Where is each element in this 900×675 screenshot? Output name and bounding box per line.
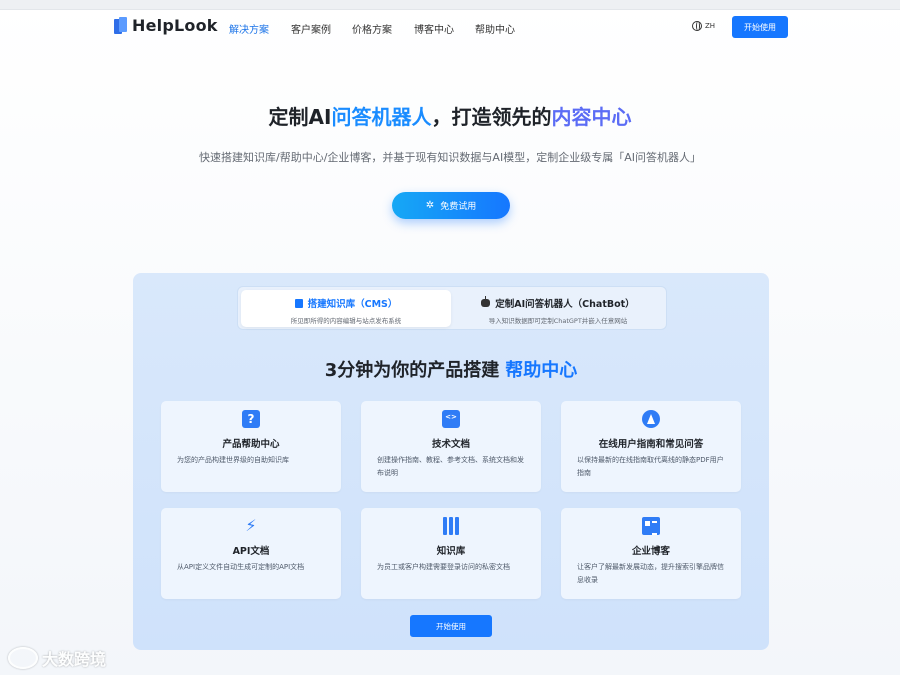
hero-title-part1: 定制AI xyxy=(268,105,332,129)
page: HelpLook 解决方案 客户案例 价格方案 博客中心 帮助中心 ZH 开始使… xyxy=(0,0,900,675)
tab-cms-title: 搭建知识库（CMS） xyxy=(307,299,398,310)
card-desc: 从API定义文件自动生成可定制的API文档 xyxy=(177,563,305,571)
nav-item-cases[interactable]: 客户案例 xyxy=(291,21,331,36)
nav-item-solutions[interactable]: 解决方案 xyxy=(229,21,269,36)
watermark: 大数跨境 xyxy=(8,646,106,670)
nav-item-pricing[interactable]: 价格方案 xyxy=(352,21,392,36)
top-nav: HelpLook 解决方案 客户案例 价格方案 博客中心 帮助中心 ZH 开始使… xyxy=(0,10,900,46)
nav-item-help[interactable]: 帮助中心 xyxy=(475,21,515,36)
card-api-docs[interactable]: ⚡ API文档 从API定义文件自动生成可定制的API文档 xyxy=(161,508,341,599)
card-user-guide[interactable]: 在线用户指南和常见问答 以保持最新的在线指南取代离线的静态PDF用户指南 xyxy=(561,401,741,492)
panel-heading: 3分钟为你的产品搭建 帮助中心 xyxy=(133,356,769,382)
nav-item-blog[interactable]: 博客中心 xyxy=(414,21,454,36)
card-desc: 为您的产品构建世界级的自助知识库 xyxy=(177,456,289,464)
language-switcher[interactable]: ZH xyxy=(692,21,715,31)
code-folder-icon xyxy=(442,410,460,428)
logo-icon xyxy=(114,16,128,35)
panel-heading-highlight: 帮助中心 xyxy=(505,360,578,381)
hero-subtitle: 快速搭建知识库/帮助中心/企业博客，并基于现有知识数据与AI模型，定制企业级专属… xyxy=(199,151,701,164)
logo-text: HelpLook xyxy=(132,16,218,35)
card-knowledge-base[interactable]: 知识库 为员工或客户构建需要登录访问的私密文档 xyxy=(361,508,541,599)
free-trial-label: 免费试用 xyxy=(440,201,477,211)
free-trial-button[interactable]: ✲ 免费试用 xyxy=(392,192,510,219)
card-corporate-blog[interactable]: 企业博客 让客户了解最新发展动态，提升搜索引擎品牌信息收录 xyxy=(561,508,741,599)
tab-cms-desc: 所见即所得的内容编辑与站点发布系统 xyxy=(290,317,402,325)
hero-title-highlight: 问答机器人 xyxy=(331,105,432,129)
plug-icon: ⚡ xyxy=(245,516,257,535)
language-label: ZH xyxy=(705,22,716,30)
hero-title: 定制AI问答机器人，打造领先的内容中心 xyxy=(0,101,900,130)
hero-title-highlight2: 内容中心 xyxy=(551,105,632,129)
card-title: API文档 xyxy=(232,546,270,557)
books-icon xyxy=(442,517,460,535)
tab-chatbot[interactable]: 定制AI问答机器人（ChatBot） 导入知识数据即可定制ChatGPT并嵌入任… xyxy=(453,290,663,327)
start-button[interactable]: 开始使用 xyxy=(732,16,788,38)
tab-chatbot-desc: 导入知识数据即可定制ChatGPT并嵌入任意网站 xyxy=(488,317,628,325)
navigation-icon xyxy=(642,410,660,428)
panel-heading-text: 3分钟为你的产品搭建 xyxy=(324,360,500,381)
hero-title-part3: ，打造领先的 xyxy=(431,105,552,129)
tab-cms[interactable]: 搭建知识库（CMS） 所见即所得的内容编辑与站点发布系统 xyxy=(241,290,451,327)
card-desc: 为员工或客户构建需要登录访问的私密文档 xyxy=(377,563,510,571)
product-tabs: 搭建知识库（CMS） 所见即所得的内容编辑与站点发布系统 定制AI问答机器人（C… xyxy=(237,286,667,330)
card-title: 在线用户指南和常见问答 xyxy=(598,439,704,450)
card-tech-docs[interactable]: 技术文档 创建操作指南、教程、参考文档、系统文档和发布说明 xyxy=(361,401,541,492)
feature-panel: 搭建知识库（CMS） 所见即所得的内容编辑与站点发布系统 定制AI问答机器人（C… xyxy=(133,273,769,650)
tab-chatbot-title: 定制AI问答机器人（ChatBot） xyxy=(495,299,635,310)
card-title: 产品帮助中心 xyxy=(222,439,280,450)
globe-icon xyxy=(692,21,702,31)
card-desc: 以保持最新的在线指南取代离线的静态PDF用户指南 xyxy=(577,456,724,477)
browser-top-strip xyxy=(0,0,900,10)
card-desc: 创建操作指南、教程、参考文档、系统文档和发布说明 xyxy=(377,456,524,477)
question-icon: ? xyxy=(242,410,260,428)
card-desc: 让客户了解最新发展动态，提升搜索引擎品牌信息收录 xyxy=(577,563,724,584)
watermark-logo-icon xyxy=(8,647,38,669)
card-title: 知识库 xyxy=(436,546,466,557)
book-icon xyxy=(294,298,303,308)
panel-start-button[interactable]: 开始使用 xyxy=(410,615,492,637)
sparkle-icon: ✲ xyxy=(425,200,435,211)
robot-icon xyxy=(481,296,491,307)
logo[interactable]: HelpLook xyxy=(114,16,218,35)
blog-icon xyxy=(642,517,660,535)
card-help-center[interactable]: ? 产品帮助中心 为您的产品构建世界级的自助知识库 xyxy=(161,401,341,492)
card-title: 企业博客 xyxy=(631,546,670,557)
watermark-text: 大数跨境 xyxy=(42,650,107,669)
card-title: 技术文档 xyxy=(431,439,470,450)
